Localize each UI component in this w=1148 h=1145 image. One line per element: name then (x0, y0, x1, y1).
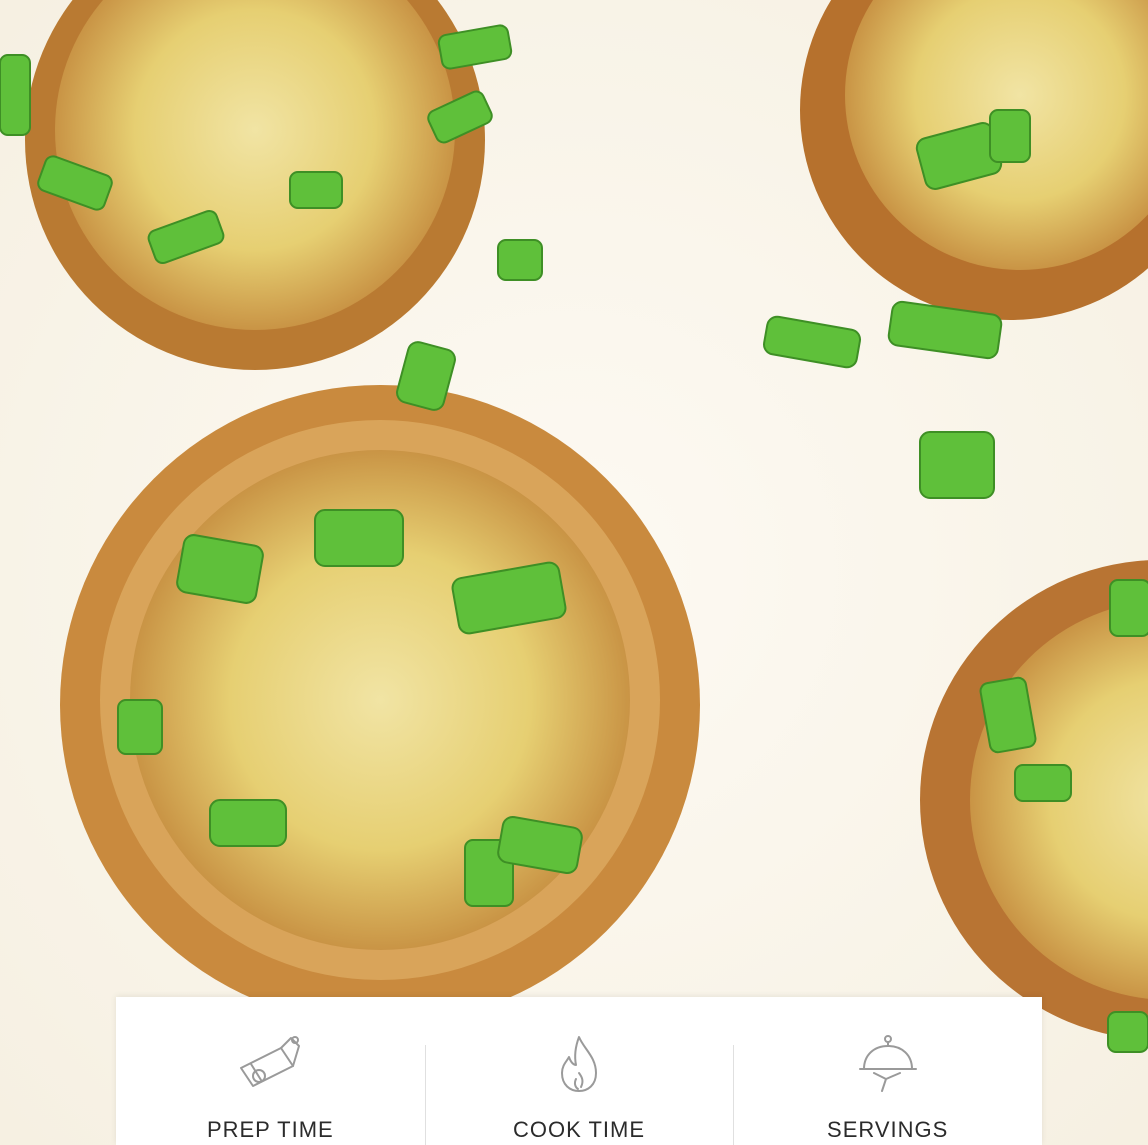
recipe-info-card: PREP TIME COOK TIME SERVINGS (116, 997, 1042, 1145)
flame-icon (543, 1033, 615, 1095)
servings: SERVINGS (733, 997, 1042, 1145)
prep-time: PREP TIME (116, 997, 425, 1145)
hero-photo (0, 0, 1148, 1145)
cook-time-label: COOK TIME (512, 1117, 646, 1142)
prep-time-label: PREP TIME (206, 1117, 334, 1142)
servings-label: SERVINGS (827, 1117, 949, 1142)
cloche-icon (852, 1033, 924, 1095)
cutting-board-icon (234, 1033, 306, 1095)
mini-quiche-photo (0, 0, 1148, 1145)
cook-time: COOK TIME (424, 997, 734, 1145)
